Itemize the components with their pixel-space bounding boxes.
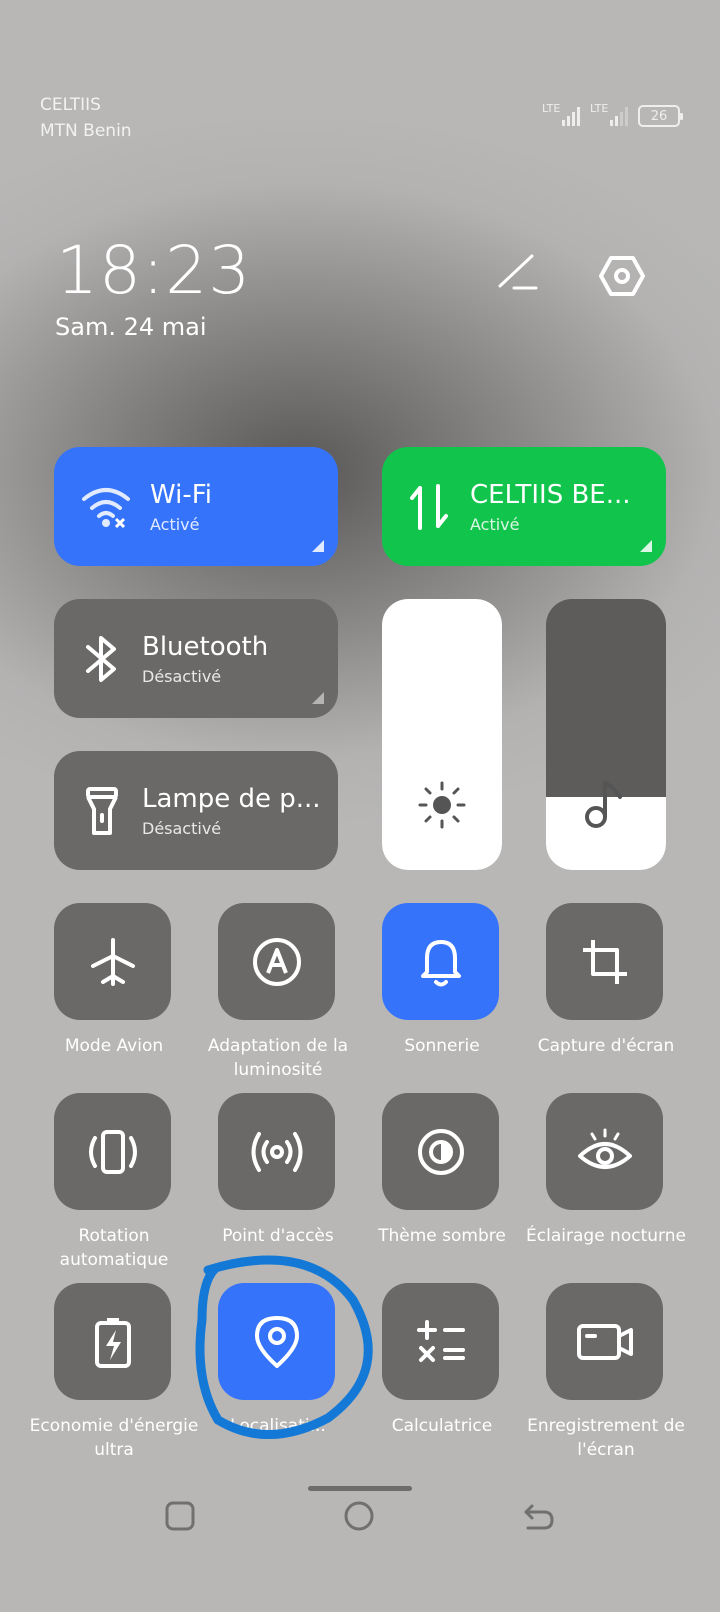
auto-brightness-icon: [252, 937, 301, 986]
wifi-icon: [82, 487, 130, 528]
mobile-data-tile[interactable]: CELTIIS BE... Activé: [382, 447, 666, 566]
hotspot-icon: [251, 1131, 302, 1172]
eye-icon: [577, 1128, 632, 1169]
battery-saver-icon: [94, 1317, 131, 1368]
ultra-power-saving-label: Economie d'énergie ultra: [29, 1416, 199, 1460]
rotate-icon: [88, 1129, 137, 1174]
expand-corner-icon: [640, 540, 652, 552]
sun-icon: [418, 781, 466, 829]
settings-button[interactable]: [599, 254, 645, 302]
home-indicator[interactable]: [308, 1486, 412, 1491]
calculator-icon: [416, 1319, 465, 1362]
crop-icon: [582, 939, 627, 984]
annotation-circle: [195, 1255, 373, 1439]
wifi-title: Wi-Fi: [150, 480, 213, 510]
circle-icon: [344, 1501, 374, 1531]
signal-icon-2: LTE: [590, 102, 628, 128]
hotspot-label: Point d'accès: [222, 1226, 334, 1246]
mobile-data-status: Activé: [470, 515, 520, 534]
music-note-icon: [585, 781, 622, 828]
bluetooth-status: Désactivé: [142, 667, 222, 686]
back-button[interactable]: [522, 1500, 556, 1536]
screenshot-toggle[interactable]: [546, 903, 663, 1020]
date: Sam. 24 mai: [55, 313, 207, 341]
recents-button[interactable]: [164, 1500, 196, 1536]
screen-record-label: Enregistrement de l'écran: [527, 1416, 685, 1460]
gear-icon: [599, 256, 645, 296]
auto-rotate-label: Rotation automatique: [59, 1226, 169, 1270]
flashlight-status: Désactivé: [142, 819, 222, 838]
flashlight-icon: [86, 786, 118, 835]
mobile-data-title: CELTIIS BE...: [470, 480, 631, 510]
adaptive-brightness-toggle[interactable]: [218, 903, 335, 1020]
volume-slider[interactable]: [546, 599, 666, 870]
status-icons: LTE LTE 26: [542, 102, 683, 128]
expand-corner-icon: [312, 540, 324, 552]
data-transfer-icon: [410, 483, 448, 530]
carrier-name-2: MTN Benin: [40, 121, 132, 141]
night-light-label: Éclairage nocturne: [526, 1226, 686, 1246]
wifi-tile[interactable]: Wi-Fi Activé: [54, 447, 338, 566]
night-light-toggle[interactable]: [546, 1093, 663, 1210]
flashlight-tile[interactable]: Lampe de p... Désactivé: [54, 751, 338, 870]
clock: 18:23: [56, 232, 252, 309]
bluetooth-icon: [86, 635, 116, 682]
back-arrow-icon: [524, 1504, 554, 1530]
screenshot-label: Capture d'écran: [537, 1036, 675, 1056]
pencil-icon: [498, 254, 538, 290]
battery-indicator: 26: [638, 105, 683, 127]
hotspot-toggle[interactable]: [218, 1093, 335, 1210]
signal-icon-1: LTE: [542, 102, 580, 128]
ultra-power-saving-toggle[interactable]: [54, 1283, 171, 1400]
brightness-slider[interactable]: [382, 599, 502, 870]
airplane-mode-toggle[interactable]: [54, 903, 171, 1020]
auto-rotate-toggle[interactable]: [54, 1093, 171, 1210]
flashlight-title: Lampe de p...: [142, 784, 321, 814]
airplane-mode-label: Mode Avion: [64, 1036, 164, 1056]
carrier-name-1: CELTIIS: [40, 95, 101, 115]
screen-record-toggle[interactable]: [546, 1283, 663, 1400]
square-icon: [165, 1501, 195, 1531]
edit-button[interactable]: [496, 252, 540, 296]
wifi-status: Activé: [150, 515, 200, 534]
adaptive-brightness-label: Adaptation de la luminosité: [207, 1036, 349, 1080]
ringer-label: Sonnerie: [404, 1036, 480, 1056]
expand-corner-icon: [312, 692, 324, 704]
ringer-toggle[interactable]: [382, 903, 499, 1020]
bluetooth-title: Bluetooth: [142, 632, 269, 662]
dark-theme-icon: [417, 1128, 464, 1175]
video-camera-icon: [576, 1323, 633, 1360]
home-button[interactable]: [343, 1500, 375, 1536]
dark-theme-toggle[interactable]: [382, 1093, 499, 1210]
airplane-icon: [90, 937, 135, 986]
dark-theme-label: Thème sombre: [378, 1226, 506, 1246]
calculator-toggle[interactable]: [382, 1283, 499, 1400]
bell-icon: [420, 939, 461, 986]
bluetooth-tile[interactable]: Bluetooth Désactivé: [54, 599, 338, 718]
